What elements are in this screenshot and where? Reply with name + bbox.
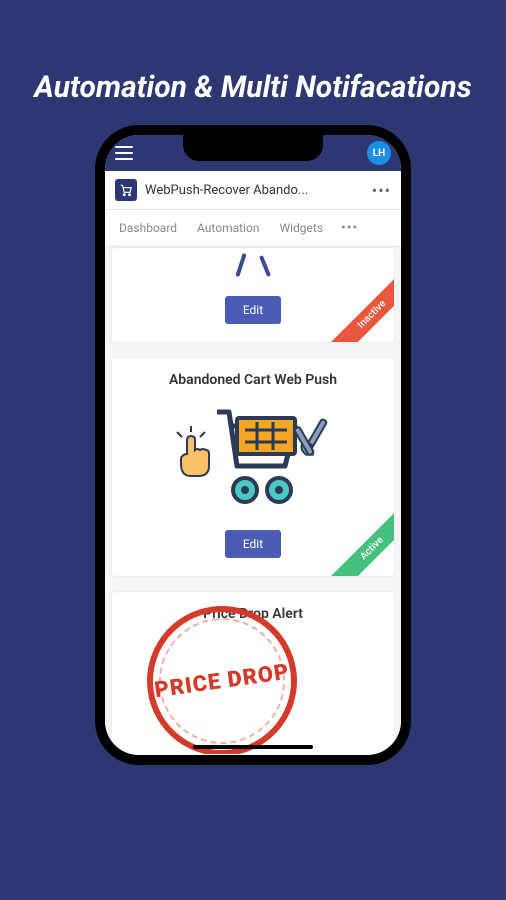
automation-card: Abandoned Cart Web Push — [111, 357, 395, 577]
app-header: WebPush-Recover Abando... ••• — [105, 171, 401, 210]
status-badge: Inactive — [330, 272, 395, 343]
cart-icon — [115, 179, 137, 201]
content-scroll[interactable]: Edit Inactive Abandoned Cart Web Push — [105, 247, 401, 754]
phone-frame: LH WebPush-Recover Abando... ••• Dashboa… — [95, 125, 411, 765]
edit-button[interactable]: Edit — [225, 530, 281, 558]
avatar[interactable]: LH — [367, 141, 391, 165]
app-title: WebPush-Recover Abando... — [145, 183, 364, 198]
phone-notch — [183, 135, 323, 161]
tab-more-icon[interactable]: ••• — [333, 210, 366, 246]
card-illustration — [122, 402, 384, 512]
phone-mockup: LH WebPush-Recover Abando... ••• Dashboa… — [0, 125, 506, 765]
stamp-text: PRICE DROP — [153, 659, 291, 703]
page-title: Automation & Multi Notifacations — [0, 0, 506, 125]
card-title: Abandoned Cart Web Push — [122, 372, 384, 388]
menu-icon[interactable] — [115, 146, 133, 160]
card-illustration: PRICE DROP — [122, 636, 322, 726]
automation-card: Edit Inactive — [111, 247, 395, 343]
tab-widgets[interactable]: Widgets — [269, 211, 333, 245]
status-badge: Active — [330, 506, 395, 577]
phone-screen: LH WebPush-Recover Abando... ••• Dashboa… — [105, 135, 401, 755]
edit-button[interactable]: Edit — [225, 296, 281, 324]
tab-automation[interactable]: Automation — [187, 211, 269, 245]
tab-dashboard[interactable]: Dashboard — [109, 211, 187, 245]
home-indicator — [193, 745, 313, 749]
automation-card: Price Drop Alert PRICE DROP — [111, 591, 395, 754]
tabbar: Dashboard Automation Widgets ••• — [105, 210, 401, 247]
app-more-icon[interactable]: ••• — [372, 181, 391, 200]
card-illustration — [122, 248, 384, 278]
